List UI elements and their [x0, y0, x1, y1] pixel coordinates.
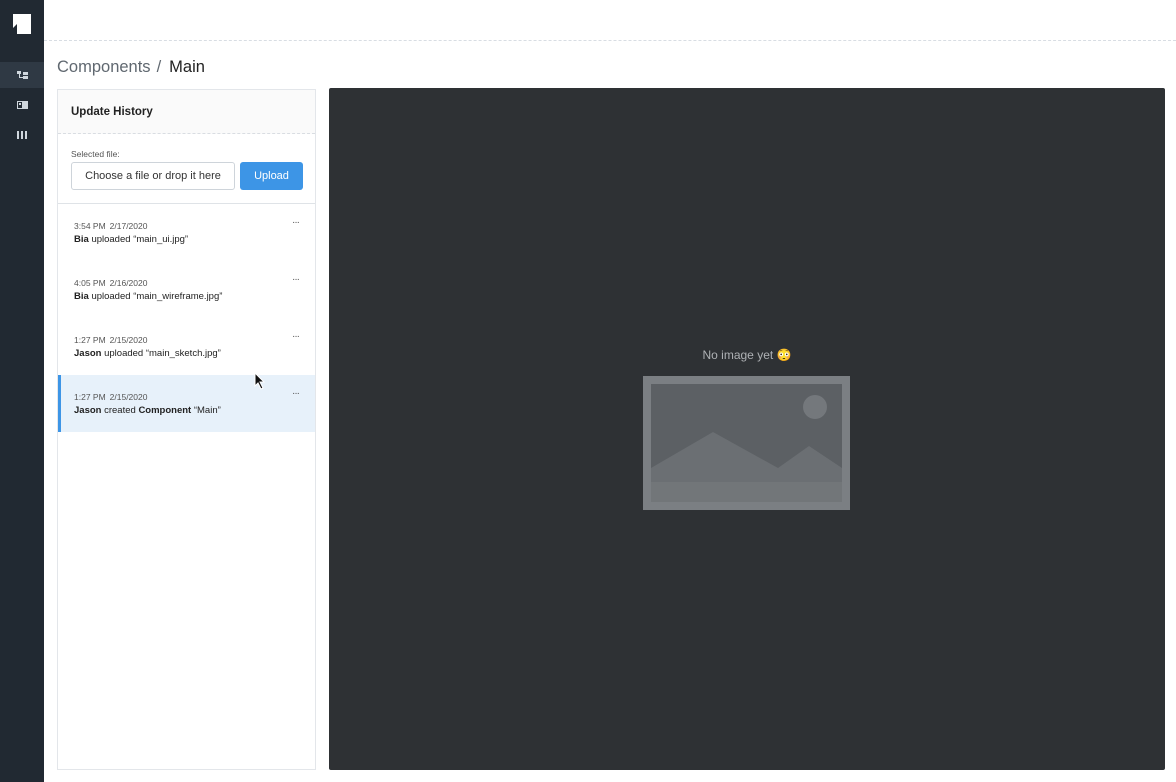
top-bar	[44, 0, 1176, 41]
history-action: uploaded	[91, 291, 131, 302]
sidebar-item-board[interactable]	[0, 122, 44, 148]
history-object: Component	[138, 405, 192, 416]
mouse-cursor-icon	[254, 372, 266, 390]
history-user: Bia	[74, 291, 89, 302]
breadcrumb-separator: /	[156, 57, 162, 76]
history-date: 2/17/2020	[109, 221, 148, 231]
history-message: Bia uploaded “main_wireframe.jpg”	[74, 291, 315, 302]
history-message: Jason uploaded “main_sketch.jpg”	[74, 348, 315, 359]
history-action: uploaded	[104, 348, 144, 359]
more-options-icon[interactable]: ···	[292, 332, 300, 342]
history-item[interactable]: 3:54 PM 2/17/2020 Bia uploaded “main_ui.j…	[58, 204, 315, 261]
breadcrumb: Components / Main	[57, 57, 205, 77]
history-timestamp: 1:27 PM 2/15/2020	[74, 392, 315, 402]
panel-title: Update History	[58, 90, 315, 134]
history-action: uploaded	[91, 234, 131, 245]
history-date: 2/15/2020	[109, 392, 148, 402]
breadcrumb-current: Main	[169, 57, 205, 76]
upload-form: Selected file: Choose a file or drop it …	[58, 134, 315, 204]
history-time: 4:05 PM	[74, 278, 106, 288]
file-drop-input[interactable]: Choose a file or drop it here	[71, 162, 235, 190]
history-time: 3:54 PM	[74, 221, 106, 231]
history-timestamp: 3:54 PM 2/17/2020	[74, 221, 315, 231]
sidebar-item-components[interactable]	[0, 62, 44, 88]
history-target: “main_wireframe.jpg”	[133, 291, 223, 302]
sidebar-rail	[0, 0, 44, 782]
image-icon	[16, 101, 28, 109]
more-options-icon[interactable]: ···	[292, 275, 300, 285]
more-options-icon[interactable]: ···	[292, 389, 300, 399]
image-viewer: No image yet 😳	[329, 88, 1165, 770]
history-target: “main_ui.jpg”	[133, 234, 189, 245]
history-time: 1:27 PM	[74, 335, 106, 345]
history-item-selected[interactable]: 1:27 PM 2/15/2020 Jason created Component…	[58, 375, 315, 432]
sidebar-item-images[interactable]	[0, 92, 44, 118]
history-item[interactable]: 4:05 PM 2/16/2020 Bia uploaded “main_wire…	[58, 261, 315, 318]
history-timestamp: 4:05 PM 2/16/2020	[74, 278, 315, 288]
history-date: 2/15/2020	[109, 335, 148, 345]
component-tree-icon	[16, 70, 28, 79]
history-target: “main_sketch.jpg”	[145, 348, 221, 359]
history-action: created	[104, 405, 136, 416]
app-window: Components / Main Update History Selecte…	[0, 0, 1176, 782]
app-logo-icon[interactable]	[13, 14, 31, 34]
history-list: 3:54 PM 2/17/2020 Bia uploaded “main_ui.j…	[58, 204, 315, 432]
history-date: 2/16/2020	[109, 278, 148, 288]
history-target: “Main”	[193, 405, 221, 416]
upload-button[interactable]: Upload	[240, 162, 303, 190]
empty-state-text: No image yet 😳	[702, 348, 792, 362]
history-time: 1:27 PM	[74, 392, 106, 402]
history-message: Bia uploaded “main_ui.jpg”	[74, 234, 315, 245]
image-placeholder-icon	[643, 376, 850, 510]
breadcrumb-parent-link[interactable]: Components	[57, 58, 151, 77]
history-item[interactable]: 1:27 PM 2/15/2020 Jason uploaded “main_sk…	[58, 318, 315, 375]
history-user: Bia	[74, 234, 89, 245]
columns-icon	[17, 131, 27, 139]
history-message: Jason created Component “Main”	[74, 405, 315, 416]
selected-file-label: Selected file:	[71, 149, 120, 159]
history-timestamp: 1:27 PM 2/15/2020	[74, 335, 315, 345]
history-user: Jason	[74, 405, 102, 416]
history-user: Jason	[74, 348, 102, 359]
more-options-icon[interactable]: ···	[292, 218, 300, 228]
update-history-panel: Update History Selected file: Choose a f…	[57, 89, 316, 770]
